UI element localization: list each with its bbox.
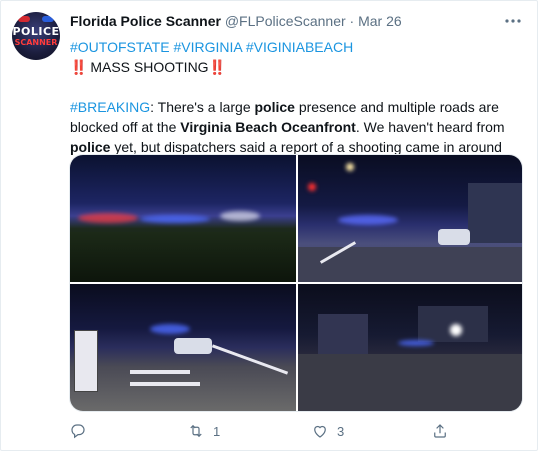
retweet-icon bbox=[190, 424, 202, 438]
retweet-button[interactable]: 1 bbox=[187, 421, 220, 441]
street-light bbox=[346, 163, 354, 171]
hashtags-line: #OUTOFSTATE #VIRGINIA #VIGINIABEACH bbox=[70, 37, 520, 57]
display-name[interactable]: Florida Police Scanner bbox=[70, 13, 221, 29]
photo-3[interactable] bbox=[70, 284, 296, 411]
police-car bbox=[174, 338, 212, 354]
building bbox=[318, 314, 368, 354]
body-bold: Virginia Beach Oceanfront bbox=[180, 119, 356, 135]
breaking-hashtag[interactable]: #BREAKING bbox=[70, 99, 150, 115]
reply-button[interactable] bbox=[69, 421, 95, 441]
retweet-count: 1 bbox=[213, 423, 221, 439]
tweet-header: Florida Police Scanner @FLPoliceScanner … bbox=[70, 13, 402, 29]
road bbox=[298, 247, 522, 282]
police-car bbox=[438, 229, 470, 245]
separator-dot: · bbox=[349, 13, 355, 29]
police-light bbox=[78, 213, 138, 223]
tweet-date[interactable]: Mar 26 bbox=[358, 13, 402, 29]
street-light bbox=[450, 324, 462, 336]
share-icon bbox=[434, 424, 446, 438]
lane-stripe bbox=[211, 344, 289, 375]
crosswalk-stripe bbox=[130, 382, 200, 386]
body-bold: police bbox=[70, 139, 111, 155]
more-horizontal-icon bbox=[505, 19, 521, 23]
photo-1[interactable] bbox=[70, 155, 296, 282]
photo-2[interactable] bbox=[298, 155, 522, 282]
reply-icon bbox=[71, 424, 85, 439]
hashtag-links[interactable]: #OUTOFSTATE #VIRGINIA #VIGINIABEACH bbox=[70, 39, 353, 55]
avatar-blue-light bbox=[42, 16, 54, 22]
share-button[interactable] bbox=[431, 421, 457, 441]
avatar[interactable]: POLICE SCANNER bbox=[12, 12, 60, 60]
double-exclamation-icon: ‼️ bbox=[70, 59, 87, 75]
photo-grid bbox=[69, 154, 523, 412]
tweet-actions: 1 3 bbox=[69, 421, 519, 441]
more-options-icon[interactable] bbox=[503, 11, 523, 31]
avatar-text-top: POLICE bbox=[12, 25, 60, 38]
avatar-text-bottom: SCANNER bbox=[14, 38, 58, 47]
police-light bbox=[398, 340, 434, 346]
police-light bbox=[140, 215, 210, 223]
like-count: 3 bbox=[337, 423, 345, 439]
body-bold: police bbox=[254, 99, 295, 115]
double-exclamation-icon: ‼️ bbox=[208, 59, 226, 75]
tweet-card[interactable]: POLICE SCANNER Florida Police Scanner @F… bbox=[0, 0, 538, 451]
street-light bbox=[220, 211, 260, 221]
police-light bbox=[338, 215, 398, 225]
photo-4[interactable] bbox=[298, 284, 522, 411]
headline-text: MASS SHOOTING bbox=[90, 59, 209, 75]
road bbox=[298, 354, 522, 411]
crosswalk-stripe bbox=[130, 370, 190, 374]
headline-line: ‼️ MASS SHOOTING‼️ bbox=[70, 57, 520, 77]
heart-icon bbox=[314, 425, 326, 438]
like-button[interactable]: 3 bbox=[311, 421, 344, 441]
street-sign bbox=[74, 330, 98, 392]
avatar-red-light bbox=[18, 16, 30, 22]
traffic-light bbox=[308, 183, 316, 191]
body-seg: : There's a large bbox=[150, 99, 255, 115]
building bbox=[468, 183, 522, 243]
hedge bbox=[70, 232, 296, 282]
police-light bbox=[150, 324, 190, 334]
user-handle[interactable]: @FLPoliceScanner bbox=[225, 13, 346, 29]
body-seg: . We haven't heard from bbox=[355, 119, 505, 135]
